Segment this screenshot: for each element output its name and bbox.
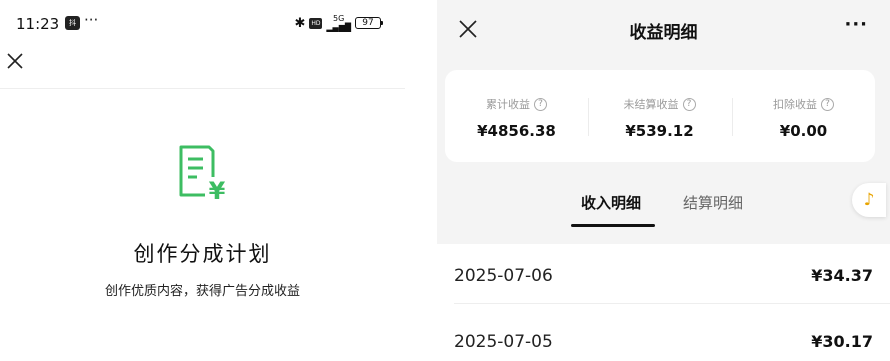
detail-tabs: 收入明细 结算明细 (437, 180, 890, 240)
summary-deducted-value: ¥0.00 (779, 122, 828, 140)
battery-icon: 97 (355, 17, 383, 29)
list-item[interactable]: 2025-07-05 ¥30.17 (437, 310, 890, 361)
row-divider (454, 303, 890, 304)
earnings-detail-screen: 收益明细 ··· 累计收益 ? ¥4856.38 未结算收益 ? ¥539.12… (437, 0, 890, 361)
signal-label: 5G (333, 14, 345, 23)
summary-total-label-row: 累计收益 ? (445, 96, 588, 112)
plan-description: 创作优质内容，获得广告分成收益 (104, 284, 300, 299)
record-date: 2025-07-06 (454, 266, 553, 286)
summary-deducted-label: 扣除收益 (773, 98, 817, 111)
summary-unsettled-label: 未结算收益 (623, 98, 679, 111)
svg-text:¥: ¥ (209, 177, 226, 203)
help-icon[interactable]: ? (534, 97, 547, 111)
system-icons: ✱ HD 5G ▂▄▆█ 97 (294, 14, 383, 32)
list-item[interactable]: 2025-07-06 ¥34.37 (437, 244, 890, 304)
tab-income-details[interactable]: 收入明细 (581, 192, 641, 213)
tab-settlement-details[interactable]: 结算明细 (683, 192, 743, 213)
summary-unsettled-value: ¥539.12 (625, 122, 694, 140)
earnings-summary-card: 累计收益 ? ¥4856.38 未结算收益 ? ¥539.12 扣除收益 ? ¥… (445, 70, 875, 162)
record-amount: ¥34.37 (811, 266, 873, 285)
summary-total-label: 累计收益 (486, 98, 530, 111)
plan-title: 创作分成计划 (133, 242, 272, 266)
close-icon[interactable] (4, 50, 26, 72)
header-divider (0, 88, 405, 89)
summary-unsettled: 未结算收益 ? ¥539.12 (588, 70, 731, 162)
app-notification-icon: 抖 (65, 16, 80, 30)
summary-total: 累计收益 ? ¥4856.38 (445, 70, 588, 162)
hd-icon: HD (309, 17, 323, 29)
active-tab-indicator (571, 224, 655, 227)
more-options-icon[interactable]: ··· (844, 14, 868, 35)
help-icon[interactable]: ? (821, 97, 834, 111)
revenue-document-icon: ¥ (179, 145, 229, 203)
summary-total-value: ¥4856.38 (477, 122, 556, 140)
creator-plan-screen: 11:23 抖 ··· ✱ HD 5G ▂▄▆█ 97 ¥ 创作分成计划 创作优质… (0, 0, 405, 361)
status-time: 11:23 (16, 15, 60, 33)
bluetooth-icon: ✱ (294, 15, 306, 31)
summary-deducted: 扣除收益 ? ¥0.00 (732, 70, 875, 162)
help-icon[interactable]: ? (682, 97, 696, 111)
record-amount: ¥30.17 (811, 332, 873, 351)
page-title: 收益明细 (629, 23, 698, 43)
status-bar: 11:23 抖 ··· ✱ HD 5G ▂▄▆█ 97 (0, 0, 405, 40)
summary-unsettled-label-row: 未结算收益 ? (588, 96, 731, 112)
more-notifications-icon: ··· (84, 11, 99, 29)
record-date: 2025-07-05 (454, 332, 553, 352)
summary-deducted-label-row: 扣除收益 ? (732, 96, 875, 112)
income-record-list: 2025-07-06 ¥34.37 2025-07-05 ¥30.17 (437, 244, 890, 361)
signal-icon: 5G ▂▄▆█ (326, 14, 351, 32)
music-note-icon[interactable]: ♪ (852, 183, 886, 217)
